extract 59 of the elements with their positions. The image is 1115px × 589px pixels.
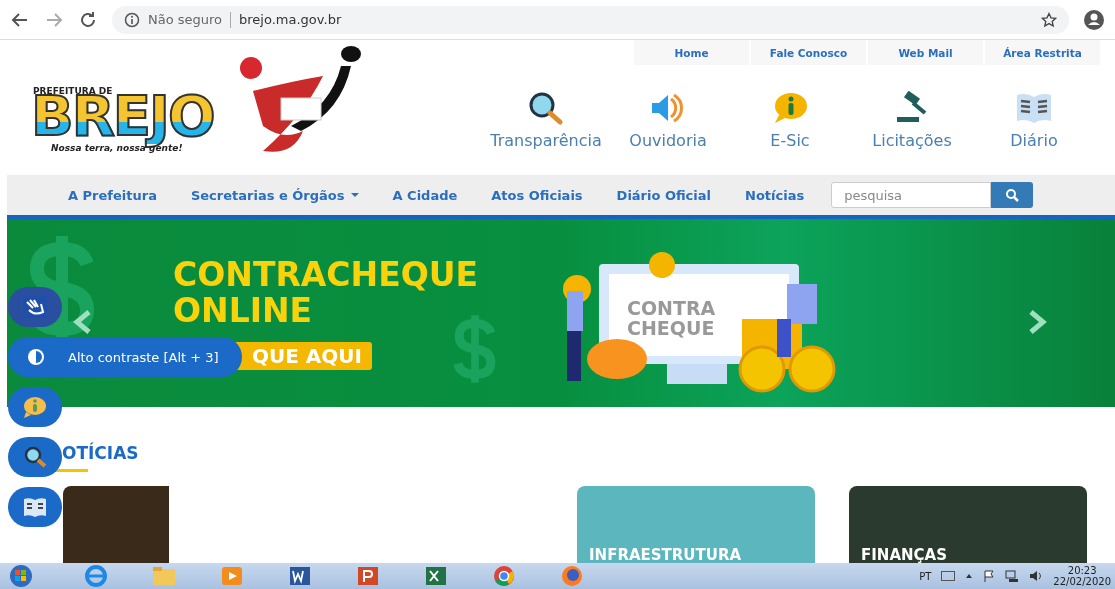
- nav-link[interactable]: A Cidade: [375, 187, 475, 203]
- nav-link[interactable]: Notícias: [728, 187, 822, 203]
- card-caption: FINANÇAS: [861, 546, 947, 564]
- flag-icon[interactable]: [983, 570, 996, 582]
- book-icon: [1015, 91, 1053, 125]
- news-card[interactable]: FINANÇAS: [849, 486, 1087, 566]
- slides-p-icon: [358, 567, 378, 585]
- profile-icon[interactable]: [1083, 8, 1105, 31]
- search-icon: [1005, 188, 1020, 202]
- previous-slide-icon[interactable]: [71, 309, 93, 335]
- search-field[interactable]: pesquisa: [831, 182, 992, 208]
- top-link[interactable]: Fale Conosco: [751, 40, 866, 65]
- quick-link[interactable]: Transparência: [485, 91, 607, 150]
- nav-link[interactable]: Atos Oficiais: [474, 187, 600, 203]
- quick-link[interactable]: Licitações: [851, 91, 973, 150]
- volume-icon[interactable]: [1029, 570, 1044, 582]
- info-bubble-icon: [24, 397, 46, 418]
- quick-link[interactable]: Ouvidoria: [607, 91, 729, 150]
- spreadsheet-x-icon: [426, 567, 446, 585]
- banner-headline: CONTRACHEQUE ONLINE: [173, 257, 479, 329]
- contrast-icon: [28, 349, 44, 365]
- book-icon: [24, 498, 46, 517]
- clock-time[interactable]: 20:23: [1067, 565, 1097, 576]
- media-player-icon: [222, 567, 242, 585]
- accessibility-button[interactable]: [8, 437, 62, 477]
- nav-link[interactable]: A Prefeitura: [51, 187, 174, 203]
- quick-link[interactable]: Diário: [973, 91, 1095, 150]
- language-indicator[interactable]: PT: [919, 570, 932, 582]
- clock-date[interactable]: 22/02/2020: [1053, 576, 1111, 587]
- info-icon: [124, 11, 140, 28]
- nav-link[interactable]: Secretarias e Órgãos: [173, 187, 376, 203]
- search-icon: [24, 446, 47, 468]
- document-w-icon: [290, 567, 310, 585]
- news-card[interactable]: INFRAESTRUTURA: [577, 486, 815, 566]
- top-link[interactable]: Web Mail: [868, 40, 983, 65]
- quick-link[interactable]: E-Sic: [729, 91, 851, 150]
- payslip-illustration-drawing: CONTRA CHEQUE: [547, 229, 857, 394]
- address-bar[interactable]: Não seguro brejo.ma.gov.br: [112, 5, 1069, 34]
- keyboard-icon[interactable]: [941, 571, 956, 581]
- folder-icon: [153, 567, 175, 585]
- search-icon: [527, 91, 565, 125]
- chrome-icon: [494, 566, 514, 586]
- tray-arrow-icon[interactable]: [965, 572, 974, 580]
- top-link[interactable]: Área Restrita: [985, 40, 1100, 65]
- network-icon[interactable]: [1005, 570, 1020, 582]
- firefox-icon: [562, 566, 582, 586]
- top-link[interactable]: Home: [634, 40, 749, 65]
- contrast-toggle[interactable]: Alto contraste [Alt + 3]: [8, 337, 242, 377]
- nav-link[interactable]: Diário Oficial: [599, 187, 728, 203]
- browser-e-icon: [85, 565, 107, 587]
- card-caption: INFRAESTRUTURA: [589, 546, 742, 564]
- search-button[interactable]: [991, 182, 1034, 208]
- sign-language-icon: [23, 296, 47, 318]
- star-icon[interactable]: [1041, 11, 1057, 28]
- next-slide-icon[interactable]: [1027, 309, 1049, 335]
- section-heading: OTÍCIAS: [62, 443, 139, 463]
- security-label: Não seguro: [148, 12, 223, 27]
- reload-icon[interactable]: [78, 9, 98, 30]
- url-text: brejo.ma.gov.br: [239, 12, 342, 27]
